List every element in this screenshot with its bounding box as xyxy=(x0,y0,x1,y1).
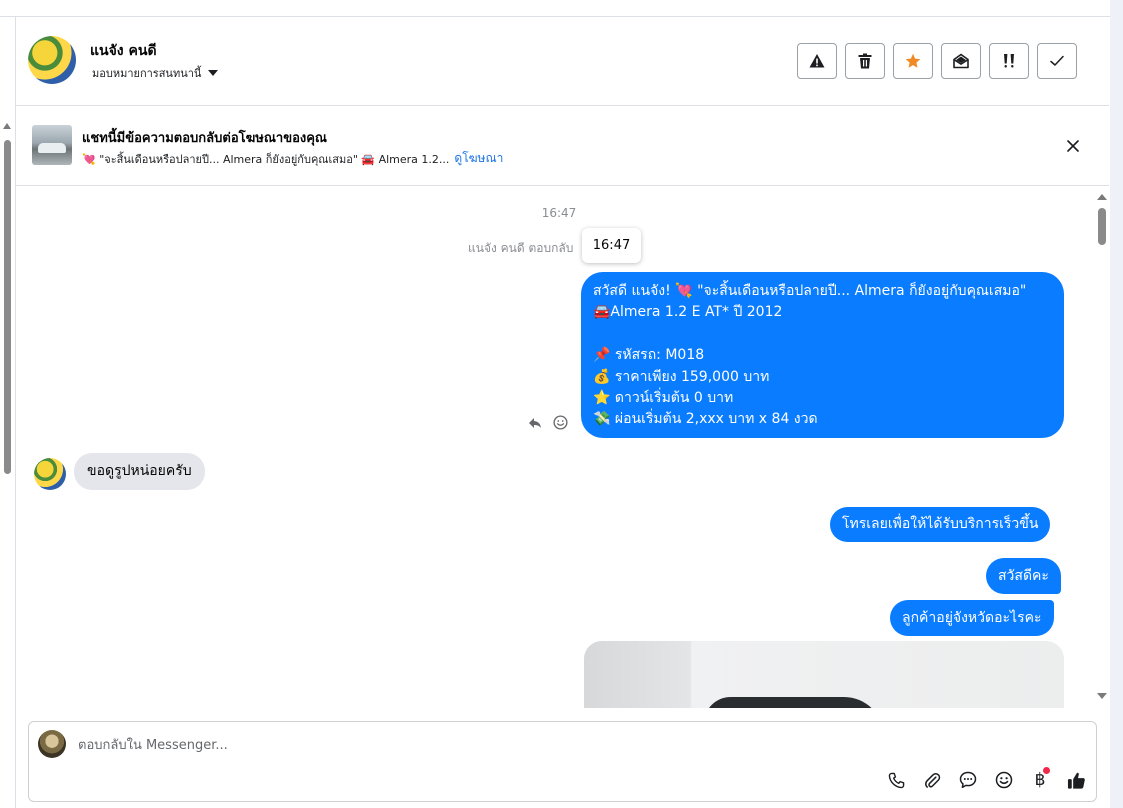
ad-reply-banner: แชทนี้มีข้อความตอบกลับต่อโฆษณาของคุณ 💘 "… xyxy=(16,106,1109,186)
ad-thumbnail[interactable] xyxy=(32,125,72,165)
outgoing-message[interactable]: สวัสดีคะ xyxy=(986,558,1061,594)
ad-message-line: ⭐ ดาวน์เริ่มต้น 0 บาท xyxy=(593,389,734,406)
like-button[interactable] xyxy=(1065,769,1087,791)
ad-banner-line: 💘 "จะสิ้นเดือนหรือปลายปี... Almera ก็ยัง… xyxy=(82,149,503,168)
close-banner-button[interactable] xyxy=(1063,136,1083,156)
message-actions xyxy=(528,415,568,430)
emoji-button[interactable] xyxy=(993,769,1015,791)
contact-name[interactable]: แนจัง คนดี xyxy=(90,40,157,62)
ad-message-bubble[interactable]: สวัสดี แนจัง! 💘 "จะสิ้นเดือนหรือปลายปี..… xyxy=(581,272,1064,438)
paperclip-icon xyxy=(924,772,940,788)
saved-replies-button[interactable] xyxy=(957,769,979,791)
star-icon xyxy=(905,53,921,68)
outgoing-message[interactable]: โทรเลยเพื่อให้ได้รับบริการเร็วขึ้น xyxy=(830,507,1051,542)
speech-bubble-icon xyxy=(959,771,977,789)
trash-icon xyxy=(858,53,872,69)
page-avatar xyxy=(38,730,66,758)
ad-message-line: สวัสดี แนจัง! 💘 "จะสิ้นเดือนหรือปลายปี..… xyxy=(593,283,1027,299)
call-button[interactable] xyxy=(885,769,907,791)
scroll-up-arrow-icon[interactable] xyxy=(3,123,11,129)
page-scrollbar[interactable] xyxy=(0,120,15,808)
ad-message-line xyxy=(593,324,1052,345)
view-ad-link[interactable]: ดูโฆษณา xyxy=(454,149,503,168)
baht-icon: ฿ xyxy=(1034,769,1046,790)
outgoing-message[interactable]: ลูกค้าอยู่จังหวัดอะไรคะ xyxy=(890,600,1054,636)
sender-avatar[interactable] xyxy=(34,458,66,490)
composer-toolbar: ฿ xyxy=(885,767,1087,791)
photo-message[interactable] xyxy=(584,641,1064,708)
follow-up-button[interactable] xyxy=(989,43,1029,79)
assign-conversation-dropdown[interactable]: มอบหมายการสนทนานี้ xyxy=(92,64,219,82)
delete-button[interactable] xyxy=(845,43,885,79)
ad-message-line: 📌 รหัสรถ: M018 xyxy=(593,347,705,364)
ad-banner-title: แชทนี้มีข้อความตอบกลับต่อโฆษณาของคุณ xyxy=(82,131,327,146)
check-icon xyxy=(1050,55,1064,66)
payment-button[interactable]: ฿ xyxy=(1029,767,1051,791)
notification-dot xyxy=(1043,767,1050,774)
caret-down-icon xyxy=(208,70,219,76)
reply-note: แนจัง คนดี ตอบกลับ xyxy=(468,241,574,255)
reply-icon[interactable] xyxy=(528,417,542,429)
thread-scrollbar[interactable] xyxy=(1095,187,1109,708)
star-button[interactable] xyxy=(893,43,933,79)
incoming-message[interactable]: ขอดูรูปหน่อยครับ xyxy=(74,453,205,490)
thread-timestamp: 16:47 xyxy=(541,206,577,220)
ad-message-line: 💸 ผ่อนเริ่มต้น 2,xxx บาท x 84 งวด xyxy=(593,411,818,428)
assign-label: มอบหมายการสนทนานี้ xyxy=(92,67,202,80)
follow-up-icon xyxy=(1004,54,1014,68)
scroll-up-arrow-icon[interactable] xyxy=(1097,194,1107,200)
right-gutter xyxy=(1110,0,1123,808)
ad-snippet: 💘 "จะสิ้นเดือนหรือปลายปี... Almera ก็ยัง… xyxy=(82,152,450,166)
ad-message-line: 💰 ราคาเพียง 159,000 บาท xyxy=(593,368,770,385)
conversation-header: แนจัง คนดี มอบหมายการสนทนานี้ xyxy=(16,17,1109,106)
scrollbar-thumb[interactable] xyxy=(1098,208,1106,245)
envelope-open-icon xyxy=(953,53,969,69)
mark-done-button[interactable] xyxy=(1037,43,1077,79)
phone-icon xyxy=(888,772,904,788)
mark-unread-button[interactable] xyxy=(941,43,981,79)
close-icon xyxy=(1067,140,1079,152)
contact-avatar[interactable] xyxy=(28,36,76,84)
message-input[interactable] xyxy=(78,736,978,754)
app-window: แนจัง คนดี มอบหมายการสนทนานี้ แชทนี้มีข้… xyxy=(0,0,1123,808)
warning-icon xyxy=(809,54,825,68)
header-actions xyxy=(797,43,1077,79)
reply-composer: ฿ xyxy=(28,721,1097,802)
react-emoji-icon[interactable] xyxy=(553,415,568,430)
scroll-down-arrow-icon[interactable] xyxy=(1097,693,1107,699)
scrollbar-thumb[interactable] xyxy=(4,140,11,474)
emoji-icon xyxy=(995,771,1013,789)
ad-message-line: 🚘Almera 1.2 E AT* ปี 2012 xyxy=(593,304,783,321)
spam-button[interactable] xyxy=(797,43,837,79)
attach-button[interactable] xyxy=(921,769,943,791)
top-strip xyxy=(0,0,1110,17)
time-tooltip: 16:47 xyxy=(582,228,641,263)
message-thread[interactable]: 16:47 แนจัง คนดี ตอบกลับ 16:47 สวัสดี แน… xyxy=(16,187,1109,708)
thumbs-up-icon xyxy=(1067,772,1085,789)
